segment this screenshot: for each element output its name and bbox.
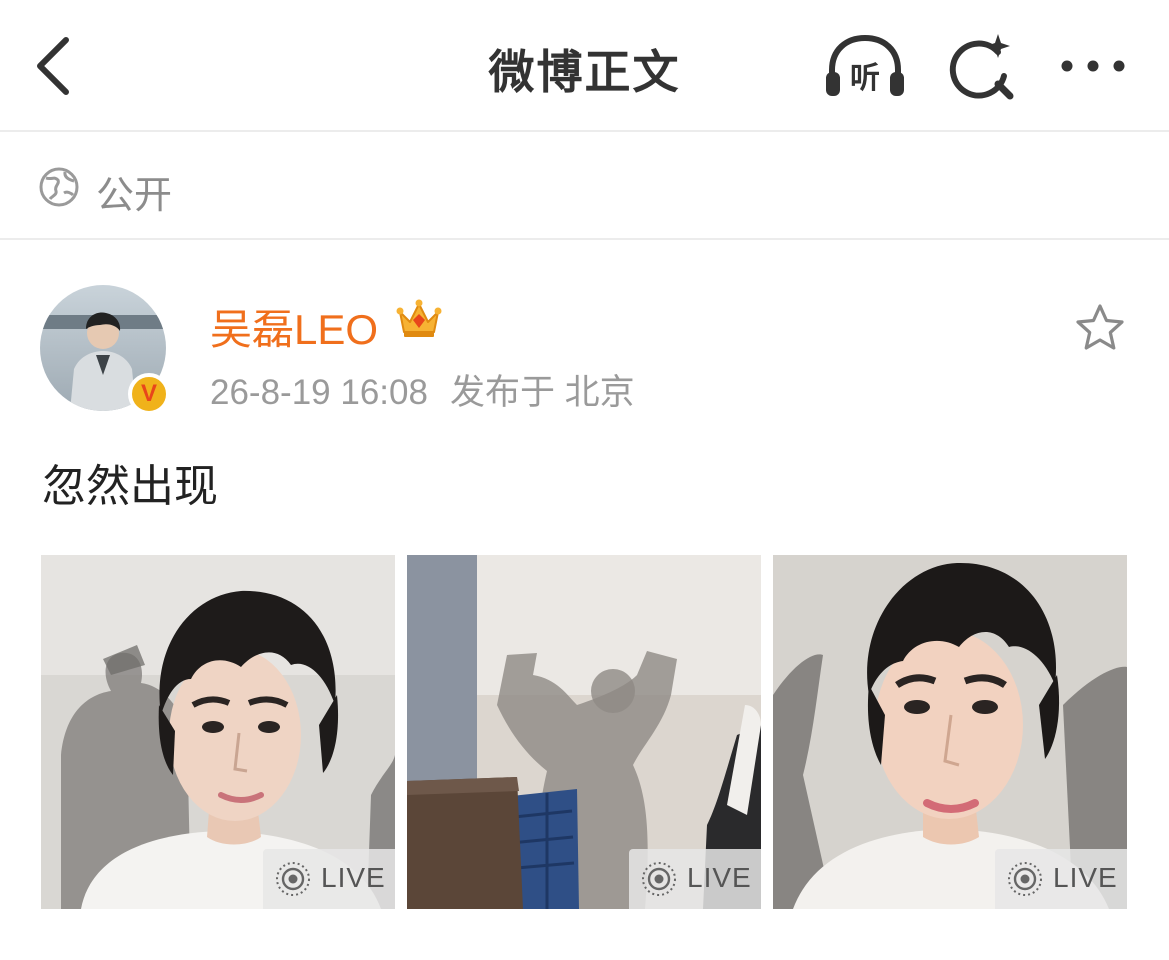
listen-button[interactable]: 听 — [822, 30, 908, 106]
post-image-2[interactable]: LIVE — [407, 555, 761, 909]
live-badge: LIVE — [995, 849, 1127, 909]
live-badge-label: LIVE — [321, 862, 386, 893]
visibility-row: 公开 — [0, 134, 1169, 240]
verified-badge-label: V — [140, 380, 157, 407]
live-photo-icon — [1008, 862, 1042, 896]
author-avatar[interactable]: V — [40, 285, 170, 415]
favorite-button[interactable] — [1073, 302, 1127, 354]
live-badge: LIVE — [629, 849, 761, 909]
search-sparkle-icon — [949, 34, 1014, 100]
more-icon — [1061, 60, 1125, 72]
live-badge-label: LIVE — [687, 862, 752, 893]
crown-icon — [396, 299, 442, 337]
live-badge: LIVE — [263, 849, 395, 909]
search-button[interactable] — [942, 30, 1028, 106]
globe-icon — [39, 167, 79, 207]
post-time: 26-8-19 16:08 — [210, 373, 428, 412]
post-image-1[interactable]: LIVE — [41, 555, 395, 909]
post-meta: 26-8-19 16:08 发布于 北京 — [210, 364, 635, 415]
listen-label: 听 — [850, 61, 880, 96]
visibility-label: 公开 — [96, 173, 173, 217]
more-button[interactable] — [1054, 30, 1140, 106]
live-photo-icon — [276, 862, 310, 896]
star-icon — [1076, 304, 1124, 350]
post-location: 发布于 北京 — [449, 373, 635, 412]
top-nav-bar: 微博正文 听 — [0, 0, 1169, 132]
listen-icon: 听 — [826, 34, 904, 96]
live-photo-icon — [642, 862, 676, 896]
author-name[interactable]: 吴磊LEO — [210, 296, 378, 357]
verified-badge: V — [128, 373, 170, 415]
post-image-3[interactable]: LIVE — [773, 555, 1127, 909]
post-text: 忽然出现 — [42, 461, 218, 512]
live-badge-label: LIVE — [1053, 862, 1118, 893]
